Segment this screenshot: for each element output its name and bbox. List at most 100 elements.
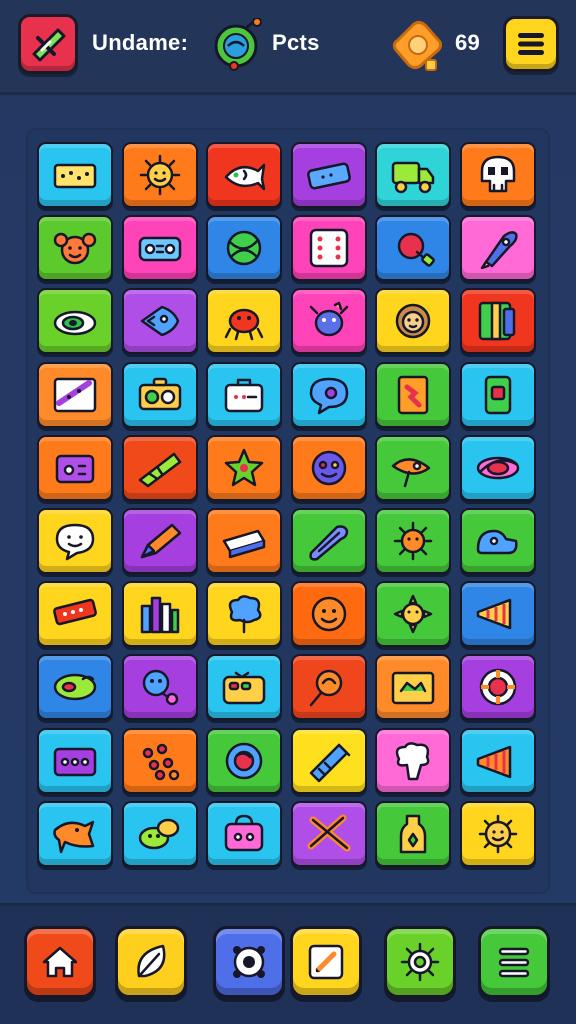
leaf-icon <box>53 674 97 701</box>
tile-grid <box>26 128 550 894</box>
game-tile-console[interactable] <box>37 434 113 501</box>
game-tile-city[interactable] <box>121 581 198 648</box>
game-tile-bug[interactable] <box>290 288 367 355</box>
radio-icon <box>138 236 181 262</box>
game-tile-magnify[interactable] <box>290 654 367 721</box>
game-tile-apple-hand[interactable] <box>375 215 451 282</box>
leaf-icon <box>137 944 166 978</box>
apple-hand-icon <box>397 232 435 267</box>
game-tile-horn[interactable] <box>459 581 536 648</box>
game-tile-sun2[interactable] <box>375 508 451 574</box>
game-tile-lifebuoy[interactable] <box>459 654 536 721</box>
speaker-icon <box>53 747 97 776</box>
edit-icon <box>308 944 344 980</box>
game-tile-scissors[interactable] <box>290 800 367 867</box>
game-tile-radio[interactable] <box>121 215 198 282</box>
game-tile-bag[interactable] <box>206 800 282 867</box>
dots-icon <box>142 743 179 780</box>
gear-icon <box>400 942 440 982</box>
game-tile-leaf[interactable] <box>37 654 113 721</box>
game-tile-face[interactable] <box>290 434 367 501</box>
sunny-face-icon <box>478 814 517 854</box>
bug-icon <box>309 302 348 337</box>
top-bar: Undame: Pcts 69 <box>0 0 576 92</box>
game-tile-book[interactable] <box>459 288 536 355</box>
home-button[interactable] <box>24 926 96 998</box>
game-tile-broccoli[interactable] <box>375 727 451 794</box>
book-icon <box>478 302 515 341</box>
game-tile-paper[interactable] <box>37 361 113 428</box>
game-tile-eraser[interactable] <box>206 508 282 574</box>
game-tile-sunny-face[interactable] <box>459 800 536 867</box>
pet-face-icon <box>233 946 265 978</box>
game-tile-planet[interactable] <box>459 434 536 501</box>
game-tile-skull[interactable] <box>459 142 536 208</box>
game-tile-bird[interactable] <box>37 800 113 867</box>
ticket-icon <box>53 163 97 189</box>
pet-button[interactable] <box>213 926 285 998</box>
game-tile-flag[interactable] <box>121 434 198 501</box>
game-tile-camera[interactable] <box>121 361 198 428</box>
edit-button[interactable] <box>290 926 362 998</box>
score-value: 69 <box>455 30 481 55</box>
menu-button[interactable] <box>503 16 559 72</box>
game-tile-lion[interactable] <box>375 288 451 355</box>
game-tile-dice[interactable] <box>290 215 367 282</box>
megaphone-icon <box>476 745 511 778</box>
hamburger-icon <box>518 33 544 55</box>
game-tile-suitcase[interactable] <box>206 361 282 428</box>
game-tile-pencil[interactable] <box>121 508 198 574</box>
list-button[interactable] <box>478 926 550 998</box>
game-tile-shoe[interactable] <box>459 508 536 574</box>
game-tile-tree[interactable] <box>206 581 282 648</box>
game-tile-log[interactable] <box>290 508 367 574</box>
game-tile-speech[interactable] <box>290 361 367 428</box>
scissors-logo-icon <box>32 28 66 62</box>
game-tile-truck[interactable] <box>375 142 451 208</box>
game-tile-eye[interactable] <box>37 288 113 355</box>
game-tile-ticket[interactable] <box>37 142 113 208</box>
game-tile-sun[interactable] <box>121 142 198 208</box>
broccoli-icon <box>395 741 430 780</box>
logo-button[interactable] <box>18 14 78 74</box>
sun3-icon <box>393 594 433 634</box>
game-tile-dots[interactable] <box>121 727 198 794</box>
pet-badge-icon[interactable] <box>212 17 262 72</box>
game-tile-frame[interactable] <box>375 654 451 721</box>
rocket-icon <box>480 231 518 270</box>
game-tile-chat[interactable] <box>37 508 113 574</box>
game-tile-fish-face[interactable] <box>121 288 198 355</box>
game-tile-speaker[interactable] <box>37 727 113 794</box>
settings-button[interactable] <box>384 926 456 998</box>
game-tile-bandage[interactable] <box>290 142 367 208</box>
game-tile-monkey[interactable] <box>37 215 113 282</box>
game-tile-radio2[interactable] <box>206 654 282 721</box>
log-icon <box>308 525 348 561</box>
game-tile-phone[interactable] <box>459 361 536 428</box>
game-tile-card[interactable] <box>375 361 451 428</box>
sun-icon <box>139 154 180 196</box>
game-tile-megaphone[interactable] <box>459 727 536 794</box>
game-tile-sun3[interactable] <box>375 581 451 648</box>
game-tile-crab[interactable] <box>206 288 282 355</box>
game-tile-ball[interactable] <box>206 215 282 282</box>
game-tile-star[interactable] <box>206 434 282 501</box>
flag-icon <box>138 452 181 488</box>
game-tile-frogs[interactable] <box>121 800 198 867</box>
game-tile-fish[interactable] <box>206 142 282 208</box>
game-tile-ruler[interactable] <box>37 581 113 648</box>
game-tile-syringe[interactable] <box>290 727 367 794</box>
game-tile-rocket[interactable] <box>459 215 536 282</box>
game-tile-rocket-ship[interactable] <box>375 434 451 501</box>
game-tile-bottle[interactable] <box>375 800 451 867</box>
eye-icon <box>53 311 97 336</box>
game-tile-globe[interactable] <box>206 727 282 794</box>
bottle-icon <box>399 814 427 854</box>
game-tile-smiley[interactable] <box>290 581 367 648</box>
fish-face-icon <box>140 306 179 337</box>
game-tile-balloon[interactable] <box>121 654 198 721</box>
star-icon <box>224 448 264 487</box>
monkey-icon <box>53 232 97 265</box>
leaf-button[interactable] <box>115 926 187 998</box>
face-icon <box>311 450 346 486</box>
